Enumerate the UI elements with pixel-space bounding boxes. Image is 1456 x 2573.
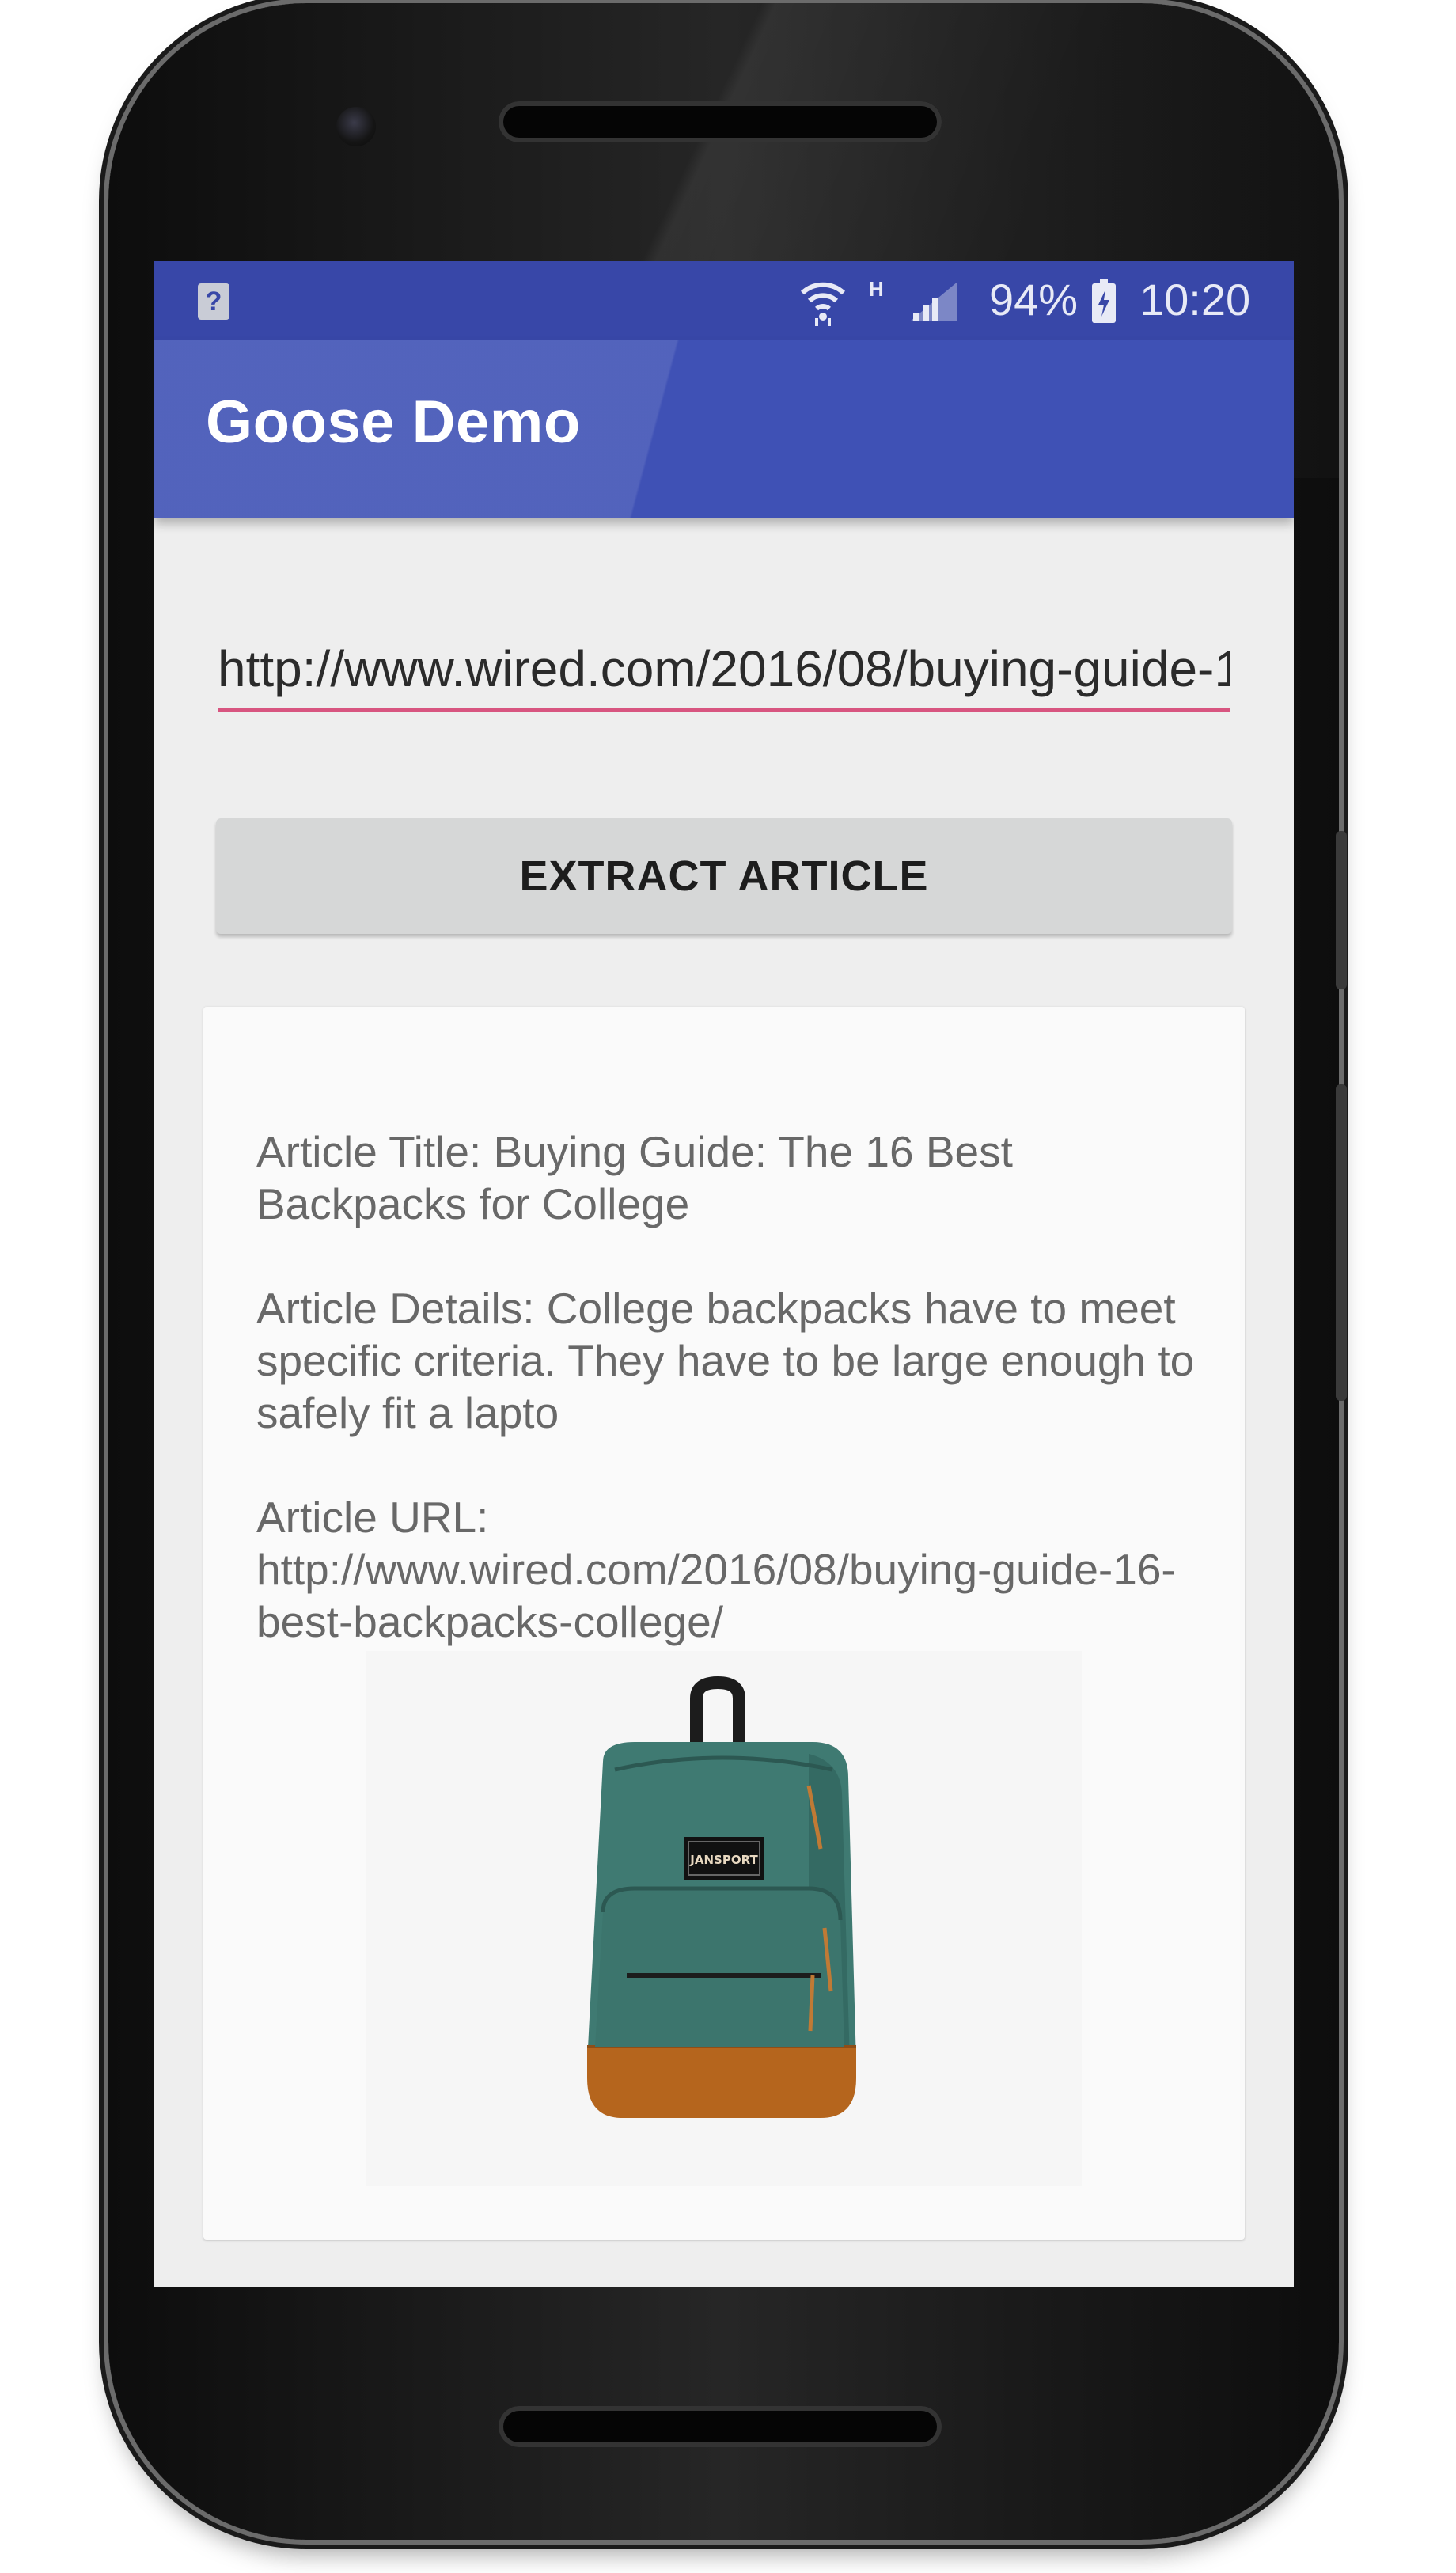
svg-text:JANSPORT: JANSPORT — [689, 1853, 758, 1867]
battery-icon — [1092, 279, 1116, 323]
article-details-text: Article Details: College backpacks have … — [256, 1284, 1195, 1437]
bottom-speaker — [499, 2406, 942, 2447]
device-screen: ? H 94% 10:20 Goose Demo EXTRACT ARTICLE… — [154, 261, 1294, 2287]
app-bar: Goose Demo — [154, 340, 1294, 518]
wifi-icon — [800, 282, 846, 326]
backpack-image: JANSPORT — [587, 1675, 856, 2118]
signal-icon — [910, 282, 957, 321]
article-image: JANSPORT — [366, 1651, 1082, 2186]
result-card: Article Title: Buying Guide: The 16 Best… — [203, 1007, 1245, 2240]
power-button[interactable] — [1336, 1084, 1347, 1401]
extract-article-button[interactable]: EXTRACT ARTICLE — [216, 818, 1232, 934]
front-camera — [336, 107, 376, 146]
network-type-label: H — [869, 277, 884, 301]
earpiece-speaker — [499, 101, 942, 142]
app-title: Goose Demo — [206, 389, 581, 456]
url-input[interactable] — [218, 629, 1230, 712]
volume-button[interactable] — [1336, 831, 1347, 989]
battery-percentage: 94% — [989, 275, 1079, 324]
article-title-text: Article Title: Buying Guide: The 16 Best… — [256, 1127, 1013, 1228]
status-bar: ? H 94% 10:20 — [154, 261, 1294, 340]
notification-icon: ? — [198, 283, 229, 320]
clock: 10:20 — [1139, 275, 1251, 324]
article-url-text: Article URL: http://www.wired.com/2016/0… — [256, 1493, 1176, 1646]
